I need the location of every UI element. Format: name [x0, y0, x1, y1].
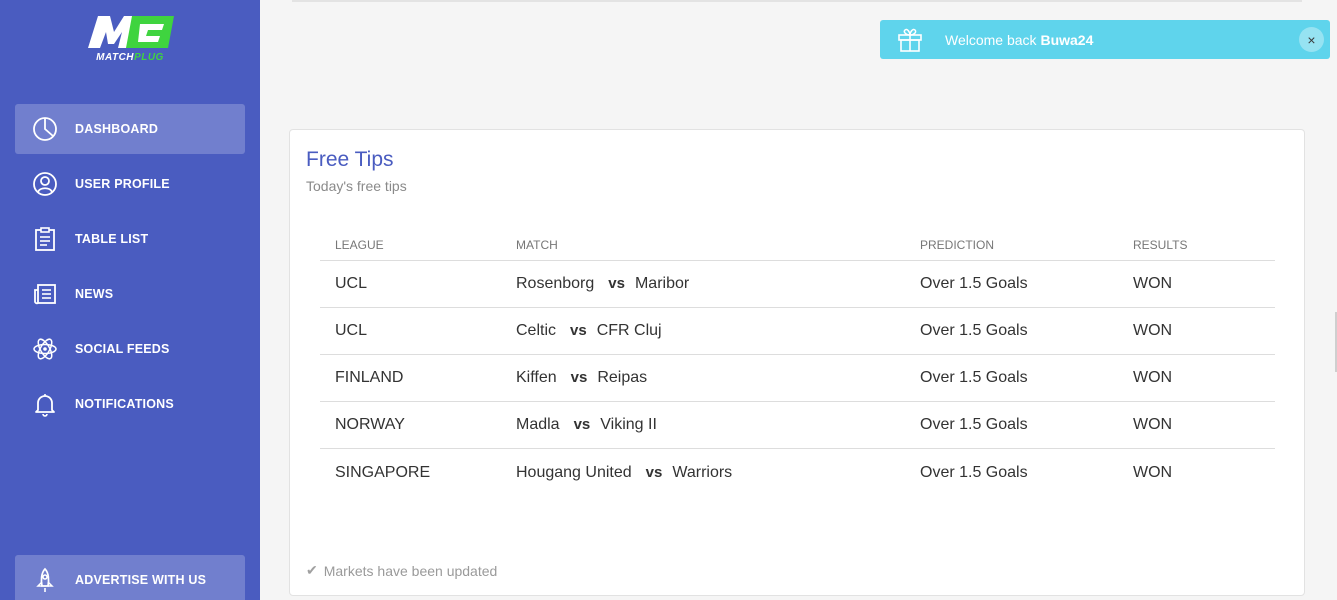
card-subtitle: Today's free tips — [306, 178, 407, 194]
clipboard-icon — [31, 225, 59, 253]
sidebar-item-dashboard[interactable]: DASHBOARD — [15, 104, 245, 154]
bell-icon — [31, 390, 59, 418]
sidebar-item-label: TABLE LIST — [75, 232, 149, 246]
user-icon — [31, 170, 59, 198]
footer-text: Markets have been updated — [323, 562, 498, 579]
sidebar-item-label: DASHBOARD — [75, 122, 159, 136]
card-title: Free Tips — [306, 148, 394, 171]
gift-icon — [896, 25, 924, 53]
table-row: NORWAY Madla vs Viking II Over 1.5 Goals W… — [320, 402, 1275, 449]
pie-chart-icon — [31, 115, 59, 143]
matchplug-logo[interactable]: MATCHPLUG — [84, 12, 176, 68]
table-header: LEAGUE MATCH PREDICTION RESULTS — [320, 230, 1275, 261]
sidebar-item-label: SOCIAL FEEDS — [75, 342, 170, 356]
check-icon: ✔ — [306, 562, 318, 578]
league-cell: NORWAY — [335, 416, 405, 433]
sidebar-item-news[interactable]: NEWS — [15, 269, 245, 319]
atom-icon — [31, 335, 59, 363]
advertise-label: ADVERTISE WITH US — [75, 573, 207, 587]
toast-username: Buwa24 — [1040, 32, 1094, 48]
result-cell: WON — [1133, 369, 1173, 386]
result-cell: WON — [1133, 322, 1173, 339]
sidebar-item-user-profile[interactable]: USER PROFILE — [15, 159, 245, 209]
sidebar: MATCHPLUG DASHBOARD USER PROFILE TABLE L… — [0, 0, 260, 600]
sidebar-item-notifications[interactable]: NOTIFICATIONS — [15, 379, 245, 429]
sidebar-nav: DASHBOARD USER PROFILE TABLE LIST NEWS S… — [15, 104, 245, 434]
prediction-cell: Over 1.5 Goals — [920, 322, 1028, 339]
table-row: FINLAND Kiffen vs Reipas Over 1.5 Goals WO… — [320, 355, 1275, 402]
rocket-icon — [31, 566, 59, 594]
result-cell: WON — [1133, 416, 1173, 433]
prediction-cell: Over 1.5 Goals — [920, 416, 1028, 433]
sidebar-item-table-list[interactable]: TABLE LIST — [15, 214, 245, 264]
newspaper-icon — [31, 280, 59, 308]
league-cell: FINLAND — [335, 369, 404, 386]
result-cell: WON — [1133, 275, 1173, 292]
table-row: UCL Celtic vs CFR Cluj Over 1.5 Goals WON — [320, 308, 1275, 355]
league-cell: SINGAPORE — [335, 463, 431, 481]
logo-wordmark: MATCHPLUG — [96, 52, 164, 63]
toast-message: Welcome back Buwa24 — [945, 32, 1094, 48]
league-cell: UCL — [335, 275, 368, 292]
advertise-button[interactable]: ADVERTISE WITH US — [15, 555, 245, 600]
prediction-cell: Over 1.5 Goals — [920, 463, 1028, 481]
close-icon[interactable]: × — [1299, 27, 1324, 52]
match-cell: Kiffen vs Reipas — [516, 369, 648, 386]
column-header-match: MATCH — [516, 238, 558, 252]
welcome-toast: Welcome back Buwa24 × — [880, 20, 1330, 59]
prediction-cell: Over 1.5 Goals — [920, 369, 1028, 386]
match-cell: Rosenborg vs Maribor — [516, 275, 690, 292]
column-header-prediction: PREDICTION — [920, 238, 995, 252]
sidebar-item-label: USER PROFILE — [75, 177, 170, 191]
table-row: SINGAPORE Hougang United vs Warriors Over … — [320, 449, 1275, 496]
match-cell: Celtic vs CFR Cluj — [516, 322, 662, 339]
column-header-results: RESULTS — [1133, 238, 1188, 252]
league-cell: UCL — [335, 322, 368, 339]
sidebar-item-label: NOTIFICATIONS — [75, 397, 174, 411]
prediction-cell: Over 1.5 Goals — [920, 275, 1028, 292]
tips-table: LEAGUE MATCH PREDICTION RESULTS UCL Rose… — [320, 230, 1275, 496]
column-header-league: LEAGUE — [335, 238, 384, 252]
match-cell: Madla vs Viking II — [516, 416, 657, 433]
free-tips-card: Free Tips Today's free tips LEAGUE MATCH… — [289, 129, 1305, 596]
header-divider — [292, 0, 1302, 2]
sidebar-item-label: NEWS — [75, 287, 114, 301]
table-row: UCL Rosenborg vs Maribor Over 1.5 Goals WO… — [320, 261, 1275, 308]
match-cell: Hougang United vs Warriors — [516, 463, 733, 481]
result-cell: WON — [1133, 463, 1173, 481]
logo-mark-icon — [88, 16, 174, 48]
markets-updated-note: ✔ Markets have been updated — [306, 562, 497, 579]
sidebar-item-social-feeds[interactable]: SOCIAL FEEDS — [15, 324, 245, 374]
